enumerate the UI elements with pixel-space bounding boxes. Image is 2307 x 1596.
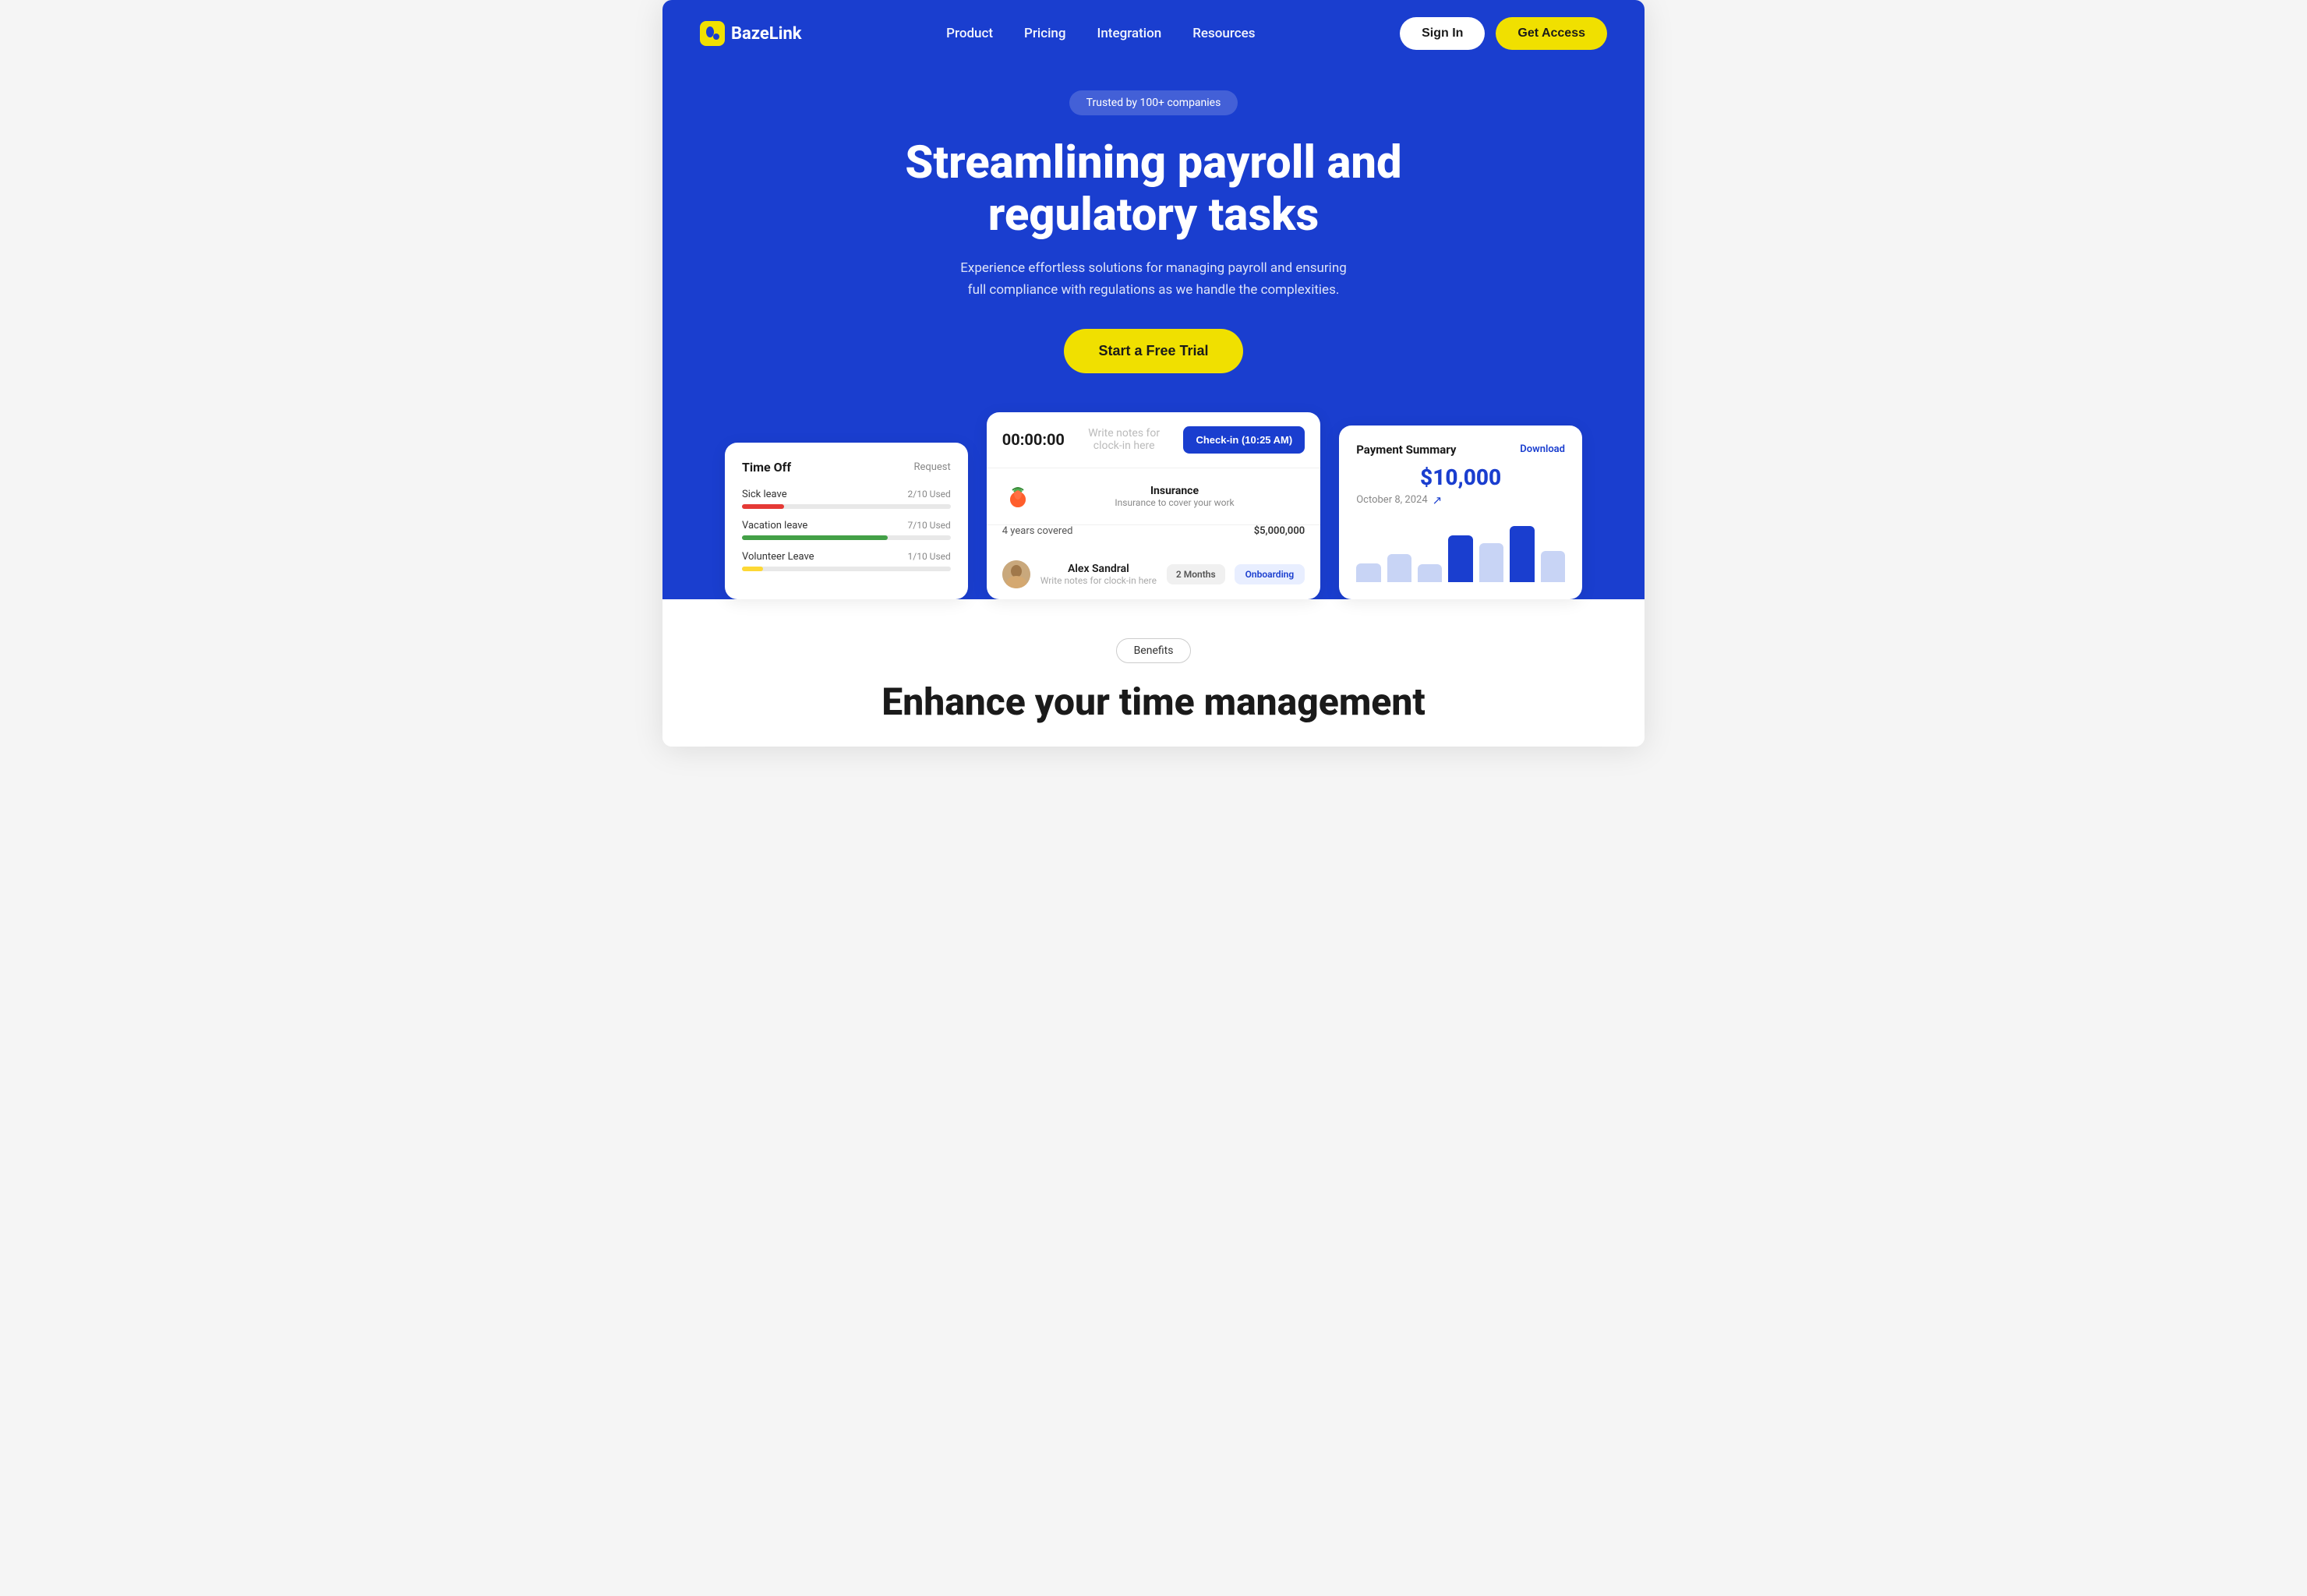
payment-amount: $10,000 [1356, 464, 1565, 490]
payment-summary-card: Payment Summary Download $10,000 October… [1339, 425, 1582, 599]
bar-2 [1387, 554, 1411, 582]
hero-title: Streamlining payroll and regulatory task… [881, 137, 1426, 241]
months-badge: 2 Months [1167, 564, 1225, 584]
vacation-leave-bar [742, 535, 888, 540]
payment-title: Payment Summary [1356, 443, 1456, 457]
time-off-card: Time Off Request Sick leave 2/10 Used Va… [725, 443, 968, 599]
employee-info: Alex Sandral Write notes for clock-in he… [1040, 563, 1157, 586]
bar-chart [1356, 520, 1565, 582]
benefits-badge: Benefits [1116, 638, 1192, 663]
insurance-row: Insurance Insurance to cover your work [987, 468, 1320, 525]
download-button[interactable]: Download [1520, 443, 1565, 455]
hero-subtitle: Experience effortless solutions for mana… [951, 258, 1356, 300]
checkin-button[interactable]: Check-in (10:25 AM) [1183, 426, 1305, 454]
employee-avatar [1002, 560, 1030, 588]
onboarding-badge: Onboarding [1235, 564, 1305, 584]
insurance-meta: 4 years covered $5,000,000 [987, 525, 1320, 549]
vacation-leave-label: Vacation leave [742, 520, 807, 531]
bar-3 [1418, 564, 1442, 581]
insurance-amount: $5,000,000 [1254, 525, 1305, 537]
brand-logo[interactable]: BazeLink [700, 21, 802, 46]
employee-row: Alex Sandral Write notes for clock-in he… [987, 549, 1320, 599]
employee-note: Write notes for clock-in here [1040, 575, 1157, 586]
clock-note[interactable]: Write notes for clock-in here [1076, 427, 1173, 452]
cards-row: Time Off Request Sick leave 2/10 Used Va… [700, 412, 1607, 599]
nav-integration[interactable]: Integration [1097, 26, 1162, 41]
leave-sick: Sick leave 2/10 Used [742, 489, 951, 509]
brand-icon [700, 21, 725, 46]
nav-actions: Sign In Get Access [1400, 17, 1607, 50]
request-action[interactable]: Request [913, 461, 950, 473]
nav-product[interactable]: Product [946, 26, 993, 41]
sick-leave-label: Sick leave [742, 489, 787, 500]
clock-row: 00:00:00 Write notes for clock-in here C… [987, 412, 1320, 468]
volunteer-leave-used: 1/10 Used [908, 551, 951, 563]
leave-volunteer: Volunteer Leave 1/10 Used [742, 551, 951, 571]
trusted-badge: Trusted by 100+ companies [1069, 90, 1238, 115]
sick-leave-used: 2/10 Used [908, 489, 951, 500]
nav-pricing[interactable]: Pricing [1024, 26, 1066, 41]
bar-1 [1356, 563, 1380, 582]
payment-link-icon: ↗ [1433, 493, 1443, 507]
nav-resources[interactable]: Resources [1192, 26, 1255, 41]
clock-time: 00:00:00 [1002, 430, 1065, 449]
time-off-title: Time Off [742, 460, 791, 475]
nav-links: Product Pricing Integration Resources [946, 26, 1255, 41]
volunteer-leave-bar [742, 567, 763, 571]
benefits-section: Benefits Enhance your time management [662, 599, 1645, 747]
bar-6 [1510, 526, 1534, 582]
insurance-info: Insurance Insurance to cover your work [1044, 485, 1305, 508]
bar-5 [1479, 543, 1503, 582]
signin-button[interactable]: Sign In [1400, 17, 1485, 50]
get-access-button[interactable]: Get Access [1496, 17, 1607, 50]
brand-name: BazeLink [731, 24, 802, 44]
insurance-title: Insurance [1044, 485, 1305, 497]
sick-leave-bar [742, 504, 784, 509]
start-trial-button[interactable]: Start a Free Trial [1064, 329, 1242, 373]
payment-date: October 8, 2024 ↗ [1356, 493, 1565, 507]
insurance-subtitle: Insurance to cover your work [1044, 497, 1305, 508]
employee-name: Alex Sandral [1040, 563, 1157, 575]
sick-leave-bar-bg [742, 504, 951, 509]
volunteer-leave-label: Volunteer Leave [742, 551, 814, 563]
hero-section: Trusted by 100+ companies Streamlining p… [662, 67, 1645, 599]
benefits-title: Enhance your time management [700, 680, 1607, 723]
bar-7 [1541, 551, 1565, 582]
clock-card: 00:00:00 Write notes for clock-in here C… [987, 412, 1320, 599]
insurance-years: 4 years covered [1002, 525, 1073, 537]
payment-header: Payment Summary Download [1356, 443, 1565, 457]
time-off-header: Time Off Request [742, 460, 951, 475]
insurance-icon [1002, 481, 1033, 512]
navbar: BazeLink Product Pricing Integration Res… [662, 0, 1645, 67]
leave-vacation: Vacation leave 7/10 Used [742, 520, 951, 540]
bar-4 [1448, 535, 1472, 582]
volunteer-leave-bar-bg [742, 567, 951, 571]
vacation-leave-bar-bg [742, 535, 951, 540]
vacation-leave-used: 7/10 Used [908, 520, 951, 531]
